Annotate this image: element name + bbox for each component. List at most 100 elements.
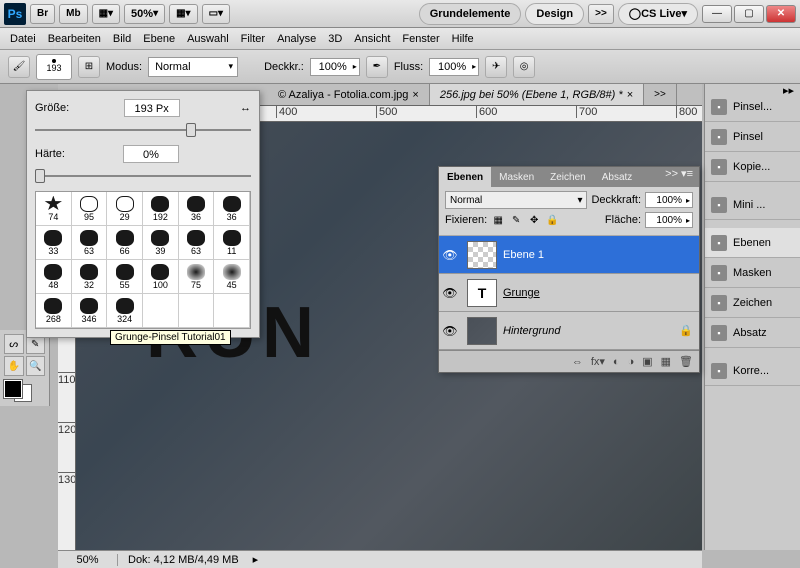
brush-preset[interactable]: [179, 294, 215, 328]
arrange-button[interactable]: ▦▾: [169, 4, 197, 24]
tab-overflow[interactable]: >>: [644, 84, 677, 105]
brush-preset[interactable]: [214, 294, 250, 328]
brush-preset[interactable]: 33: [36, 226, 72, 260]
panel-tab-ebenen[interactable]: Ebenen: [439, 167, 491, 187]
brush-preset[interactable]: 268: [36, 294, 72, 328]
status-zoom[interactable]: 50%: [58, 554, 118, 566]
window-minimize[interactable]: —: [702, 5, 732, 23]
layer-blend-mode[interactable]: Normal: [445, 191, 587, 209]
layer-row[interactable]: 👁Hintergrund🔒: [439, 312, 699, 350]
menu-analyse[interactable]: Analyse: [277, 33, 316, 45]
visibility-icon[interactable]: 👁: [439, 324, 461, 338]
workspace-design[interactable]: Design: [525, 3, 584, 25]
visibility-icon[interactable]: 👁: [439, 286, 461, 300]
dock-zeichen[interactable]: ▪Zeichen: [705, 288, 800, 318]
menu-ansicht[interactable]: Ansicht: [354, 33, 390, 45]
close-icon[interactable]: ×: [412, 89, 418, 101]
lock-paint-icon[interactable]: ✎: [509, 213, 523, 227]
brush-preset[interactable]: 36: [214, 192, 250, 226]
brush-preset[interactable]: 324: [107, 294, 143, 328]
color-swatches[interactable]: [4, 380, 32, 402]
menu-bild[interactable]: Bild: [113, 33, 131, 45]
menu-ebene[interactable]: Ebene: [143, 33, 175, 45]
brush-preset[interactable]: 11: [214, 226, 250, 260]
layer-opacity-input[interactable]: 100%: [645, 192, 693, 208]
link-layers-icon[interactable]: ⇔: [572, 356, 583, 368]
menu-datei[interactable]: Datei: [10, 33, 36, 45]
cslive-button[interactable]: ◯ CS Live ▾: [618, 3, 698, 25]
dock-masken[interactable]: ▪Masken: [705, 258, 800, 288]
zoom-tool[interactable]: 🔍: [26, 356, 46, 376]
airbrush-icon[interactable]: ✈: [485, 56, 507, 78]
window-close[interactable]: ✕: [766, 5, 796, 23]
viewmode-button[interactable]: ▦▾: [92, 4, 120, 24]
hardness-slider[interactable]: [35, 169, 251, 183]
brush-preset[interactable]: 346: [72, 294, 108, 328]
brush-preset[interactable]: 75: [179, 260, 215, 294]
opacity-input[interactable]: 100%: [310, 58, 360, 76]
brush-preset[interactable]: [143, 294, 179, 328]
brush-preset[interactable]: 100: [143, 260, 179, 294]
zoom-dropdown[interactable]: 50% ▾: [124, 4, 165, 24]
new-layer-icon[interactable]: ▦: [661, 355, 671, 368]
layer-row[interactable]: 👁TGrunge: [439, 274, 699, 312]
brush-preset[interactable]: 45: [214, 260, 250, 294]
lasso-tool[interactable]: ᔕ: [4, 334, 24, 354]
layer-fill-input[interactable]: 100%: [645, 212, 693, 228]
brush-preset[interactable]: 29: [107, 192, 143, 226]
window-maximize[interactable]: ▢: [734, 5, 764, 23]
dock-absatz[interactable]: ▪Absatz: [705, 318, 800, 348]
brush-preset[interactable]: 63: [179, 226, 215, 260]
hardness-input[interactable]: 0%: [123, 145, 179, 163]
bridge-button[interactable]: Br: [30, 4, 55, 24]
blend-mode-dropdown[interactable]: Normal: [148, 57, 238, 77]
dock-ebenen[interactable]: ▪Ebenen: [705, 228, 800, 258]
size-slider[interactable]: [35, 123, 251, 137]
brush-grid[interactable]: 7495291923636336366396311483255100754526…: [35, 191, 251, 329]
brush-preset[interactable]: 48: [36, 260, 72, 294]
workspace-more[interactable]: >>: [588, 4, 614, 24]
flow-input[interactable]: 100%: [429, 58, 479, 76]
adjustment-layer-icon[interactable]: ◑: [628, 356, 635, 368]
panel-menu-icon[interactable]: >> ▾≡: [659, 167, 699, 187]
menu-3d[interactable]: 3D: [328, 33, 342, 45]
lock-transparency-icon[interactable]: ▦: [491, 213, 505, 227]
brush-preset[interactable]: 55: [107, 260, 143, 294]
size-input[interactable]: 193 Px: [124, 99, 180, 117]
visibility-icon[interactable]: 👁: [439, 248, 461, 262]
layer-fx-icon[interactable]: fx▾: [591, 355, 605, 368]
brush-preset-picker[interactable]: 193: [36, 54, 72, 80]
menu-fenster[interactable]: Fenster: [402, 33, 439, 45]
workspace-grundelemente[interactable]: Grundelemente: [419, 3, 522, 25]
mini-bridge-button[interactable]: Mb: [59, 4, 87, 24]
layer-row[interactable]: 👁Ebene 1: [439, 236, 699, 274]
lock-position-icon[interactable]: ✥: [527, 213, 541, 227]
menu-auswahl[interactable]: Auswahl: [187, 33, 229, 45]
menu-hilfe[interactable]: Hilfe: [452, 33, 474, 45]
panel-tab-masken[interactable]: Masken: [491, 167, 542, 187]
screenmode-button[interactable]: ▭▾: [202, 4, 230, 24]
hand-tool[interactable]: ✋: [4, 356, 24, 376]
dock-mini[interactable]: ▪Mini ...: [705, 190, 800, 220]
lock-all-icon[interactable]: 🔒: [545, 213, 559, 227]
brush-panel-toggle[interactable]: ⊞: [78, 56, 100, 78]
brush-preset[interactable]: 66: [107, 226, 143, 260]
brush-preset[interactable]: 63: [72, 226, 108, 260]
dock-pinsel[interactable]: ▪Pinsel: [705, 122, 800, 152]
brush-preset[interactable]: 192: [143, 192, 179, 226]
doc-tab[interactable]: 256.jpg bei 50% (Ebene 1, RGB/8#) *×: [430, 84, 644, 105]
menu-bearbeiten[interactable]: Bearbeiten: [48, 33, 101, 45]
dock-korre[interactable]: ▪Korre...: [705, 356, 800, 386]
brush-preset[interactable]: 95: [72, 192, 108, 226]
brush-preset[interactable]: 39: [143, 226, 179, 260]
opacity-pressure-icon[interactable]: ✒: [366, 56, 388, 78]
menu-filter[interactable]: Filter: [241, 33, 265, 45]
panel-tab-absatz[interactable]: Absatz: [594, 167, 641, 187]
brush-preset[interactable]: 36: [179, 192, 215, 226]
layer-group-icon[interactable]: ▣: [642, 355, 652, 368]
brush-preset[interactable]: 74: [36, 192, 72, 226]
close-icon[interactable]: ×: [627, 89, 633, 101]
brush-preset[interactable]: 32: [72, 260, 108, 294]
tool-brush-icon[interactable]: 🖌: [8, 56, 30, 78]
layer-mask-icon[interactable]: ◐: [613, 356, 620, 368]
